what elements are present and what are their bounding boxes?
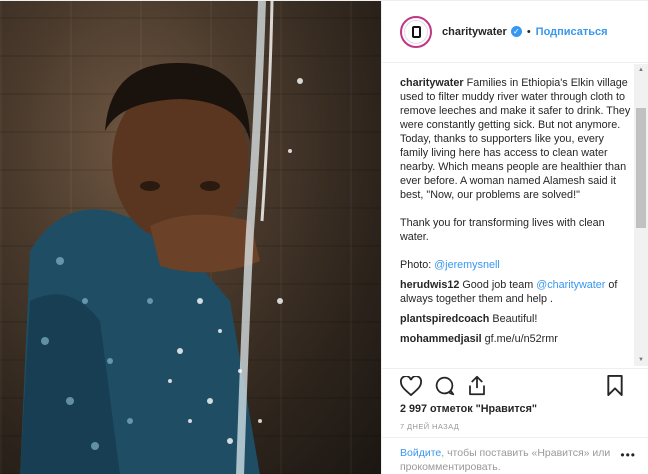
login-prompt: Войдите, чтобы поставить «Нравится» или … xyxy=(382,437,648,474)
comment-mention-link[interactable]: @charitywater xyxy=(536,279,605,291)
comment-username[interactable]: plantspiredcoach xyxy=(400,313,489,325)
action-bar xyxy=(382,368,648,402)
username-link[interactable]: charitywater xyxy=(442,26,507,38)
comment-username[interactable]: herudwis12 xyxy=(400,279,459,291)
caption-mention-link[interactable]: @jeremysnell xyxy=(434,259,500,271)
comment-item: mohammedjasil gf.me/u/n52rmr xyxy=(400,332,632,346)
share-icon[interactable] xyxy=(467,375,487,396)
post-window: charitywater ✓ • Подписаться charitywate… xyxy=(0,0,648,474)
post-caption: charitywater Families in Ethiopia's Elki… xyxy=(400,76,632,272)
post-photo[interactable] xyxy=(0,1,381,474)
header-separator: • xyxy=(526,25,531,38)
likes-count[interactable]: 2 997 отметок "Нравится" xyxy=(400,403,537,415)
verified-badge-icon: ✓ xyxy=(510,26,522,37)
comments-list[interactable]: charitywater Families in Ethiopia's Elki… xyxy=(382,64,632,366)
follow-button[interactable]: Подписаться xyxy=(536,26,608,38)
photo-illustration xyxy=(20,1,303,474)
avatar[interactable] xyxy=(400,15,432,48)
comment-text: Beautiful! xyxy=(489,313,538,325)
more-options-button[interactable]: ••• xyxy=(620,448,636,462)
comment-text: Good job team xyxy=(459,279,537,291)
post-timestamp[interactable]: 7 ДНЕЙ НАЗАД xyxy=(400,422,459,431)
scroll-up-arrow-icon[interactable]: ▲ xyxy=(634,64,648,76)
comments-scrollbar[interactable]: ▲ ▼ xyxy=(634,64,648,366)
bookmark-icon[interactable] xyxy=(606,375,624,396)
comment-item: plantspiredcoach Beautiful! xyxy=(400,312,632,326)
jerrycan-icon xyxy=(411,25,421,38)
comment-icon[interactable] xyxy=(434,375,455,396)
charitywater-logo xyxy=(404,19,428,44)
caption-text: Families in Ethiopia's Elkin village use… xyxy=(400,77,631,271)
comment-text: gf.me/u/n52rmr xyxy=(481,333,558,345)
caption-username[interactable]: charitywater xyxy=(400,77,464,89)
post-header: charitywater ✓ • Подписаться xyxy=(382,1,648,63)
scroll-down-arrow-icon[interactable]: ▼ xyxy=(634,354,648,366)
comment-item: herudwis12 Good job team @charitywater o… xyxy=(400,278,632,306)
login-link[interactable]: Войдите xyxy=(400,447,441,459)
comment-username[interactable]: mohammedjasil xyxy=(400,333,482,345)
scrollbar-thumb[interactable] xyxy=(636,108,646,228)
post-side-panel: charitywater ✓ • Подписаться charitywate… xyxy=(381,1,648,474)
heart-icon[interactable] xyxy=(400,375,422,396)
